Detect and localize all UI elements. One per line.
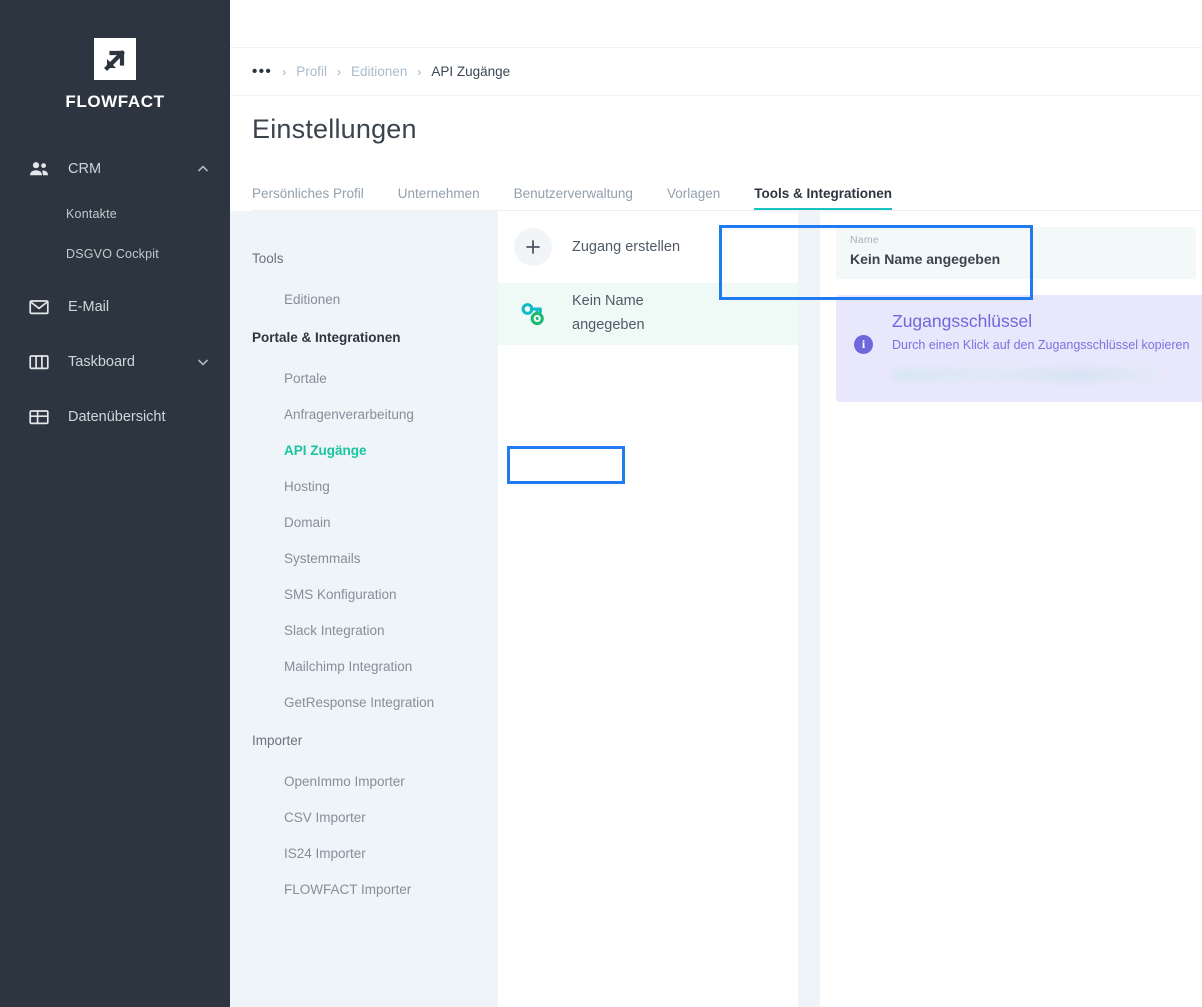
list-item-label: Kein Name angegeben [572,290,645,338]
api-access-list: Zugang erstellen Kein Name angegeben [498,211,798,1007]
sidebar-item-email[interactable]: E-Mail [0,290,230,324]
settings-item-portale[interactable]: Portale [230,361,498,397]
zugangsschluessel-title: Zugangsschlüssel [892,311,1033,331]
name-field-label: Name [850,234,879,246]
info-icon: i [854,335,873,354]
settings-item-openimmo-importer[interactable]: OpenImmo Importer [230,764,498,800]
zugangsschluessel-description: Durch einen Klick auf den Zugangsschlüss… [892,337,1190,352]
name-field[interactable]: Name Kein Name angegeben [836,227,1196,279]
top-bar [230,0,1202,48]
settings-item-slack-integration[interactable]: Slack Integration [230,613,498,649]
settings-item-csv-importer[interactable]: CSV Importer [230,800,498,836]
settings-item-domain[interactable]: Domain [230,505,498,541]
list-item-label-line2: angegeben [572,317,645,333]
sidebar-item-dsgvo-cockpit[interactable]: DSGVO Cockpit [0,238,230,270]
settings-subnav: Tools Editionen Portale & Integrationen … [230,211,498,1007]
tab-unternehmen[interactable]: Unternehmen [398,186,480,211]
settings-item-editionen[interactable]: Editionen [230,282,498,318]
list-item[interactable]: Kein Name angegeben [498,283,798,345]
breadcrumb-current: API Zugänge [431,64,511,79]
sidebar-item-label: Taskboard [68,354,135,370]
sidebar-item-label: CRM [68,161,102,177]
main-sidebar: FLOWFACT CRM Kontakte DSGVO Cockpit E-Ma… [0,0,230,1007]
settings-item-hosting[interactable]: Hosting [230,469,498,505]
plus-icon [514,228,552,266]
breadcrumb: ••• › Profil › Editionen › API Zugänge [230,48,1202,96]
sidebar-item-kontakte[interactable]: Kontakte [0,198,230,230]
settings-section-heading-portale: Portale & Integrationen [252,330,401,345]
page-title: Einstellungen [252,114,417,144]
tab-benutzerverwaltung[interactable]: Benutzerverwaltung [514,186,633,211]
key-icon [514,295,552,333]
content-area: ••• › Profil › Editionen › API Zugänge E… [230,0,1202,1007]
settings-section-heading-importer: Importer [252,733,303,748]
people-icon [28,158,50,180]
zugangsschluessel-box[interactable]: Zugangsschlüssel i Durch einen Klick auf… [836,295,1202,402]
settings-item-flowfact-importer[interactable]: FLOWFACT Importer [230,872,498,908]
settings-item-getresponse-integration[interactable]: GetResponse Integration [230,685,498,721]
brand-name: FLOWFACT [65,92,165,111]
settings-body: Tools Editionen Portale & Integrationen … [230,211,1202,1007]
settings-item-systemmails[interactable]: Systemmails [230,541,498,577]
sidebar-nav: CRM Kontakte DSGVO Cockpit E-Mail Taskbo… [0,152,230,434]
envelope-icon [28,296,50,318]
settings-item-sms-konfiguration[interactable]: SMS Konfiguration [230,577,498,613]
settings-item-is24-importer[interactable]: IS24 Importer [230,836,498,872]
settings-tabs: Persönliches Profil Unternehmen Benutzer… [230,171,1202,211]
settings-item-anfragenverarbeitung[interactable]: Anfragenverarbeitung [230,397,498,433]
tab-persoenliches-profil[interactable]: Persönliches Profil [252,186,364,211]
breadcrumb-overflow-button[interactable]: ••• [252,64,272,79]
api-access-detail: Name Kein Name angegeben Zugangsschlüsse… [820,211,1202,1007]
sidebar-item-datenuebersicht[interactable]: Datenübersicht [0,400,230,434]
app-root: FLOWFACT CRM Kontakte DSGVO Cockpit E-Ma… [0,0,1202,1007]
sidebar-item-taskboard[interactable]: Taskboard [0,345,230,379]
settings-item-api-zugaenge[interactable]: API Zugänge [230,433,498,469]
settings-item-mailchimp-integration[interactable]: Mailchimp Integration [230,649,498,685]
brand-logo-block[interactable]: FLOWFACT [0,0,230,112]
list-item-label-line1: Kein Name [572,293,644,310]
zugangsschluessel-value-masked[interactable] [892,368,1160,382]
sidebar-item-crm[interactable]: CRM [0,152,230,186]
tab-vorlagen[interactable]: Vorlagen [667,186,720,211]
breadcrumb-separator-icon: › [282,64,287,79]
zugang-erstellen-label: Zugang erstellen [572,239,681,255]
chevron-down-icon[interactable] [196,355,210,369]
sidebar-item-label: Datenübersicht [68,409,166,425]
breadcrumb-separator-icon: › [417,64,422,79]
breadcrumb-item-profil[interactable]: Profil [296,64,327,79]
chevron-up-icon[interactable] [196,162,210,176]
columns-icon [28,351,50,373]
settings-section-heading-tools: Tools [252,251,284,266]
breadcrumb-item-editionen[interactable]: Editionen [351,64,407,79]
arrow-up-right-logo-icon [94,38,136,80]
sidebar-item-label: E-Mail [68,299,110,315]
column-gutter [798,211,820,1007]
breadcrumb-separator-icon: › [337,64,342,79]
grid-icon [28,406,50,428]
tab-tools-integrationen[interactable]: Tools & Integrationen [754,186,892,211]
zugang-erstellen-button[interactable]: Zugang erstellen [498,211,798,283]
name-field-value: Kein Name angegeben [850,251,1001,267]
